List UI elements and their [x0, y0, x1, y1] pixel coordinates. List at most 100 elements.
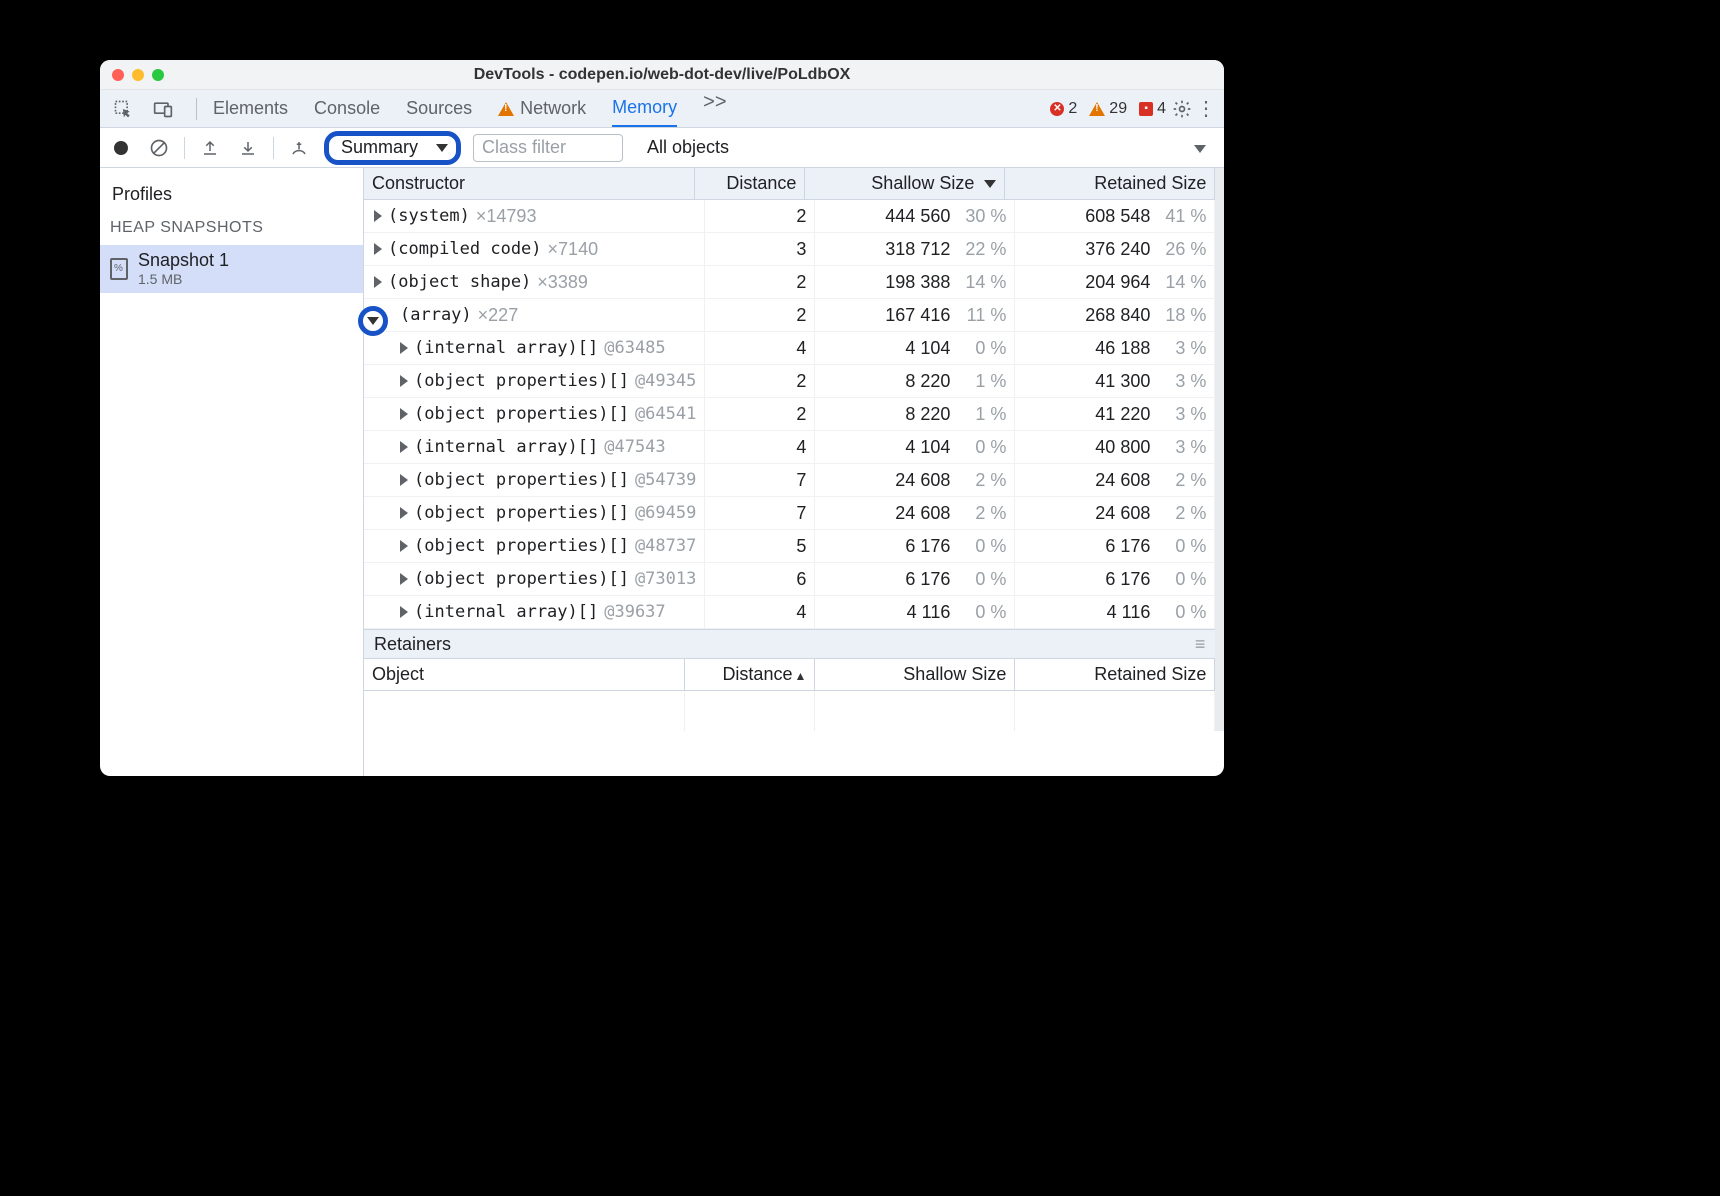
- shallow-cell: 8 2201 %: [815, 398, 1015, 430]
- table-row[interactable]: (object properties)[]@69459724 6082 %24 …: [364, 497, 1215, 530]
- expand-toggle[interactable]: [400, 474, 408, 486]
- errors-chip[interactable]: ✕2: [1046, 100, 1081, 118]
- tab-console[interactable]: Console: [314, 91, 380, 127]
- shallow-cell: 167 41611 %: [815, 299, 1015, 331]
- table-row[interactable]: (internal array)[]@4754344 1040 %40 8003…: [364, 431, 1215, 464]
- instance-count: ×3389: [537, 272, 588, 293]
- device-toolbar-icon[interactable]: [150, 96, 176, 122]
- retained-cell: 6 1760 %: [1015, 530, 1215, 562]
- retained-cell: 41 3003 %: [1015, 365, 1215, 397]
- constructor-name: (internal array)[]: [414, 338, 598, 358]
- distance-cell: 4: [705, 596, 815, 628]
- export-icon[interactable]: [197, 135, 223, 161]
- profiles-title: Profiles: [100, 180, 363, 219]
- constructor-name: (system): [388, 206, 470, 226]
- view-select[interactable]: Summary: [324, 131, 461, 165]
- expand-toggle[interactable]: [374, 210, 382, 222]
- more-tabs-button[interactable]: >>: [703, 91, 726, 127]
- col-retained-r[interactable]: Retained Size: [1015, 659, 1215, 690]
- col-constructor[interactable]: Constructor: [364, 168, 695, 199]
- retained-cell: 204 96414 %: [1015, 266, 1215, 298]
- expand-toggle[interactable]: [400, 441, 408, 453]
- inspect-element-icon[interactable]: [110, 96, 136, 122]
- distance-cell: 7: [705, 464, 815, 496]
- shallow-cell: 318 71222 %: [815, 233, 1015, 265]
- retained-cell: 4 1160 %: [1015, 596, 1215, 628]
- record-button[interactable]: [108, 135, 134, 161]
- constructor-name: (compiled code): [388, 239, 542, 259]
- table-row[interactable]: (array) ×2272167 41611 %268 84018 %: [364, 299, 1215, 332]
- issues-chip[interactable]: ▪4: [1135, 100, 1170, 118]
- table-row[interactable]: (object shape)×33892198 38814 %204 96414…: [364, 266, 1215, 299]
- distance-cell: 4: [705, 431, 815, 463]
- close-window-button[interactable]: [112, 69, 124, 81]
- table-row[interactable]: (object properties)[]@4873756 1760 %6 17…: [364, 530, 1215, 563]
- class-filter-input[interactable]: Class filter: [473, 134, 623, 162]
- retainers-label: Retainers: [374, 634, 451, 655]
- shallow-cell: 6 1760 %: [815, 530, 1015, 562]
- retained-cell: 268 84018 %: [1015, 299, 1215, 331]
- expand-toggle[interactable]: [400, 606, 408, 618]
- expand-toggle[interactable]: [400, 375, 408, 387]
- shallow-cell: 4 1160 %: [815, 596, 1015, 628]
- col-distance[interactable]: Distance: [695, 168, 805, 199]
- chevron-down-icon[interactable]: [1194, 145, 1206, 153]
- table-row[interactable]: (internal array)[]@6348544 1040 %46 1883…: [364, 332, 1215, 365]
- shallow-cell: 8 2201 %: [815, 365, 1015, 397]
- object-id: @69459: [635, 503, 696, 523]
- constructor-name: (object properties)[]: [414, 371, 629, 391]
- scope-select[interactable]: All objects: [647, 137, 729, 158]
- snapshot-file-icon: [110, 258, 128, 280]
- expand-toggle[interactable]: [374, 276, 382, 288]
- snapshot-item[interactable]: Snapshot 1 1.5 MB: [100, 245, 363, 293]
- expand-toggle[interactable]: [374, 243, 382, 255]
- clear-button[interactable]: [146, 135, 172, 161]
- object-id: @73013: [635, 569, 696, 589]
- retainers-menu-icon[interactable]: ≡: [1195, 634, 1206, 655]
- profiles-sidebar: Profiles HEAP SNAPSHOTS Snapshot 1 1.5 M…: [100, 168, 364, 776]
- warnings-chip[interactable]: 29: [1085, 100, 1131, 118]
- expand-toggle[interactable]: [400, 507, 408, 519]
- col-shallow-size[interactable]: Shallow Size: [805, 168, 1005, 199]
- object-id: @48737: [635, 536, 696, 556]
- table-row[interactable]: (object properties)[]@4934528 2201 %41 3…: [364, 365, 1215, 398]
- shallow-cell: 24 6082 %: [815, 497, 1015, 529]
- instance-count: ×14793: [476, 206, 537, 227]
- distance-cell: 3: [705, 233, 815, 265]
- table-row[interactable]: (object properties)[]@54739724 6082 %24 …: [364, 464, 1215, 497]
- settings-button[interactable]: [1170, 97, 1194, 121]
- panel-tabs: Elements Console Sources Network Memory …: [100, 90, 1224, 128]
- tab-memory[interactable]: Memory: [612, 91, 677, 127]
- tab-elements[interactable]: Elements: [213, 91, 288, 127]
- distance-cell: 2: [705, 398, 815, 430]
- grid-header: Constructor Distance Shallow Size Retain…: [364, 168, 1215, 200]
- garbage-collect-icon[interactable]: [286, 135, 312, 161]
- retainers-body: [364, 691, 1215, 731]
- table-row[interactable]: (system)×147932444 56030 %608 54841 %: [364, 200, 1215, 233]
- view-select-label: Summary: [341, 137, 418, 158]
- table-row[interactable]: (object properties)[]@6454128 2201 %41 2…: [364, 398, 1215, 431]
- retained-cell: 41 2203 %: [1015, 398, 1215, 430]
- table-row[interactable]: (internal array)[]@3963744 1160 %4 1160 …: [364, 596, 1215, 629]
- table-row[interactable]: (object properties)[]@7301366 1760 %6 17…: [364, 563, 1215, 596]
- col-object[interactable]: Object: [364, 659, 685, 690]
- kebab-menu-button[interactable]: ⋮: [1194, 97, 1218, 121]
- zoom-window-button[interactable]: [152, 69, 164, 81]
- expand-toggle[interactable]: [400, 342, 408, 354]
- table-row[interactable]: (compiled code)×71403318 71222 %376 2402…: [364, 233, 1215, 266]
- shallow-cell: 24 6082 %: [815, 464, 1015, 496]
- scrollbar[interactable]: [1215, 168, 1224, 731]
- tab-network[interactable]: Network: [498, 91, 586, 127]
- expand-toggle[interactable]: [400, 540, 408, 552]
- distance-cell: 2: [705, 200, 815, 232]
- warning-icon: [1089, 102, 1105, 116]
- expand-toggle[interactable]: [400, 408, 408, 420]
- minimize-window-button[interactable]: [132, 69, 144, 81]
- expand-toggle[interactable]: [400, 573, 408, 585]
- col-distance-r[interactable]: Distance: [685, 659, 815, 690]
- tab-sources[interactable]: Sources: [406, 91, 472, 127]
- import-icon[interactable]: [235, 135, 261, 161]
- issue-icon: ▪: [1139, 102, 1153, 116]
- col-shallow-r[interactable]: Shallow Size: [815, 659, 1015, 690]
- col-retained-size[interactable]: Retained Size: [1005, 168, 1215, 199]
